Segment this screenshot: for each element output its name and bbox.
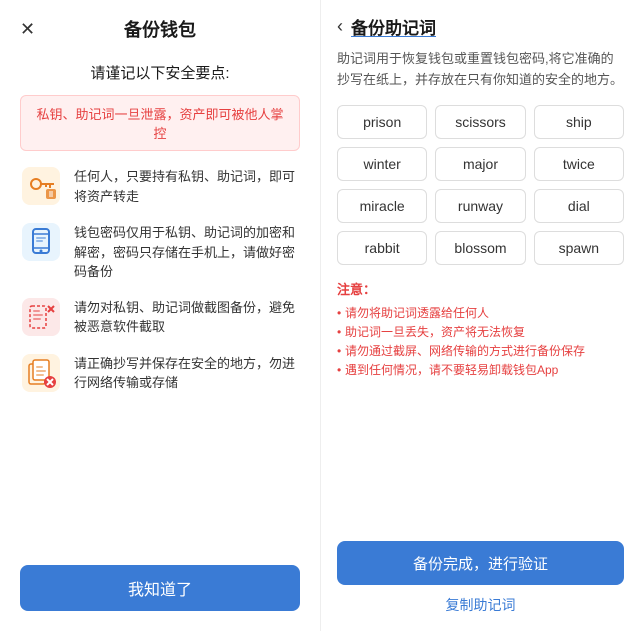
safety-item-text-key: 任何人，只要持有私钥、助记词，即可将资产转走 (74, 165, 300, 206)
notes-item: 请勿将助记词透露给任何人 (337, 304, 624, 323)
notes-item: 遇到任何情况，请不要轻易卸载钱包App (337, 361, 624, 380)
mnemonic-grid: prisonscissors ship wintermajor twice miracl… (337, 105, 624, 265)
mnemonic-word: rabbit (337, 231, 427, 265)
mnemonic-description: 助记词用于恢复钱包或重置钱包密码,将它准确的抄写在纸上，并存放在只有你知道的安全… (337, 49, 624, 91)
notes-title: 注意： (337, 279, 624, 298)
phone-icon (20, 221, 62, 263)
mnemonic-word: major (435, 147, 525, 181)
right-panel: ‹ 备份助记词 助记词用于恢复钱包或重置钱包密码,将它准确的抄写在纸上，并存放在… (320, 0, 640, 631)
mnemonic-word: scissors (435, 105, 525, 139)
left-panel-title: 备份钱包 (124, 16, 196, 42)
mnemonic-word: dial (534, 189, 624, 223)
copy-mnemonic-button[interactable]: 复制助记词 (337, 595, 624, 615)
safety-item-screenshot: 请勿对私钥、助记词做截图备份，避免被恶意软件截取 (20, 296, 300, 338)
left-header: ✕ 备份钱包 (20, 0, 300, 54)
left-bottom: 我知道了 (20, 555, 300, 611)
mnemonic-word: spawn (534, 231, 624, 265)
warning-banner: 私钥、助记词一旦泄露，资产即可被他人掌控 (20, 95, 300, 151)
mnemonic-word: twice (534, 147, 624, 181)
safety-item-text-phone: 钱包密码仅用于私钥、助记词的加密和解密，密码只存储在手机上，请做好密码备份 (74, 221, 300, 282)
mnemonic-word: miracle (337, 189, 427, 223)
notes-section: 注意： 请勿将助记词透露给任何人助记词一旦丢失，资产将无法恢复请勿通过截屏、网络… (337, 279, 624, 381)
safety-item-text-screenshot: 请勿对私钥、助记词做截图备份，避免被恶意软件截取 (74, 296, 300, 337)
mnemonic-word: ship (534, 105, 624, 139)
safety-items: 任何人，只要持有私钥、助记词，即可将资产转走 钱包密码仅用于私钥、助记词的加密和… (20, 165, 300, 555)
key-icon (20, 165, 62, 207)
safety-item-key: 任何人，只要持有私钥、助记词，即可将资产转走 (20, 165, 300, 207)
mnemonic-word: blossom (435, 231, 525, 265)
safety-item-phone: 钱包密码仅用于私钥、助记词的加密和解密，密码只存储在手机上，请做好密码备份 (20, 221, 300, 282)
safety-item-text-save: 请正确抄写并保存在安全的地方，勿进行网络传输或存储 (74, 352, 300, 393)
notes-item: 请勿通过截屏、网络传输的方式进行备份保存 (337, 342, 624, 361)
mnemonic-word: winter (337, 147, 427, 181)
right-bottom: 备份完成，进行验证 复制助记词 (337, 541, 624, 615)
safety-item-save: 请正确抄写并保存在安全的地方，勿进行网络传输或存储 (20, 352, 300, 394)
right-header: ‹ 备份助记词 (337, 0, 624, 49)
left-panel: ✕ 备份钱包 请谨记以下安全要点: 私钥、助记词一旦泄露，资产即可被他人掌控 (0, 0, 320, 631)
right-panel-title: 备份助记词 (351, 14, 436, 39)
backup-complete-button[interactable]: 备份完成，进行验证 (337, 541, 624, 585)
back-icon[interactable]: ‹ (337, 16, 343, 37)
close-icon[interactable]: ✕ (20, 19, 35, 40)
confirm-button[interactable]: 我知道了 (20, 565, 300, 611)
mnemonic-word: prison (337, 105, 427, 139)
save-icon (20, 352, 62, 394)
screenshot-icon (20, 296, 62, 338)
mnemonic-word: runway (435, 189, 525, 223)
safety-title: 请谨记以下安全要点: (20, 62, 300, 83)
notes-item: 助记词一旦丢失，资产将无法恢复 (337, 323, 624, 342)
